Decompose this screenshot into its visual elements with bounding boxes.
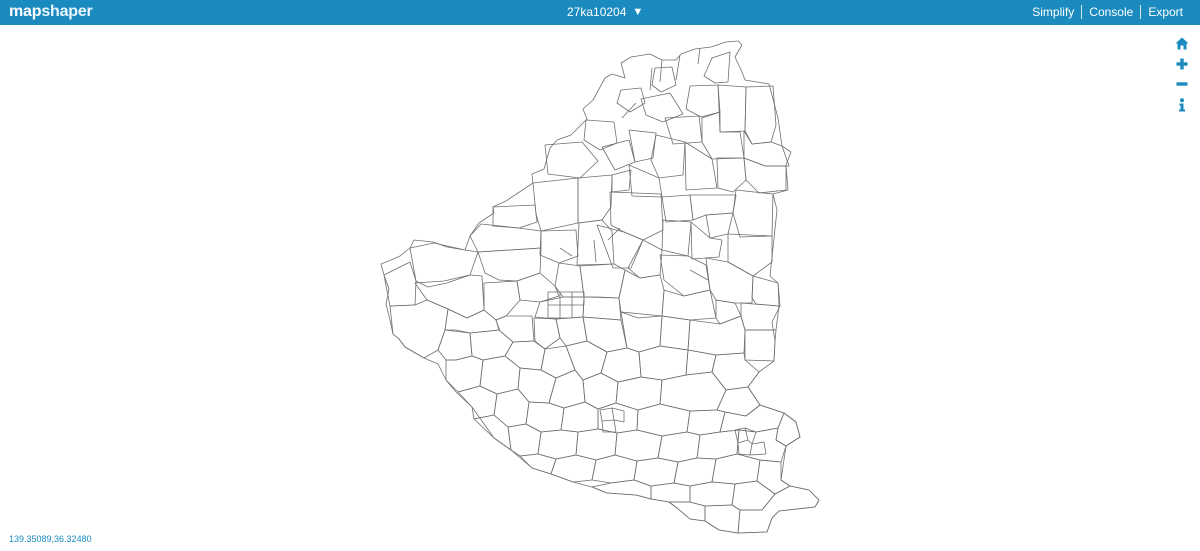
layer-selector[interactable]: 27ka10204 ▼ (567, 5, 643, 19)
mapshaper-logo[interactable]: mapshaper (9, 3, 93, 21)
console-button[interactable]: Console (1081, 5, 1140, 19)
layer-name: 27ka10204 (567, 5, 627, 19)
top-bar: mapshaper 27ka10204 ▼ Simplify Console E… (0, 0, 1200, 25)
home-icon[interactable] (1174, 35, 1190, 51)
simplify-button[interactable]: Simplify (1025, 5, 1081, 19)
zoom-out-icon[interactable] (1174, 76, 1190, 92)
triangle-down-icon: ▼ (632, 6, 644, 18)
logo-text-map: map (9, 3, 42, 20)
map-canvas[interactable] (0, 25, 1200, 551)
map-geometry (380, 40, 820, 534)
top-menu: Simplify Console Export (1025, 5, 1190, 19)
map-tools (1174, 35, 1190, 117)
logo-text-shaper: shaper (41, 3, 93, 20)
export-button[interactable]: Export (1140, 5, 1190, 19)
info-icon[interactable] (1174, 97, 1190, 113)
zoom-in-icon[interactable] (1174, 56, 1190, 72)
coordinate-readout: 139.35089,36.32480 (9, 534, 92, 544)
